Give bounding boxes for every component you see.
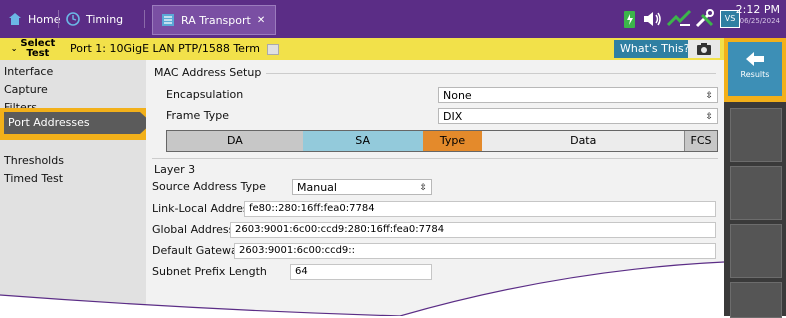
screen: Home Timing RA Transport ✕ VS 2:12 PM 06… <box>0 0 786 318</box>
torn-edge-overlay <box>0 261 725 316</box>
